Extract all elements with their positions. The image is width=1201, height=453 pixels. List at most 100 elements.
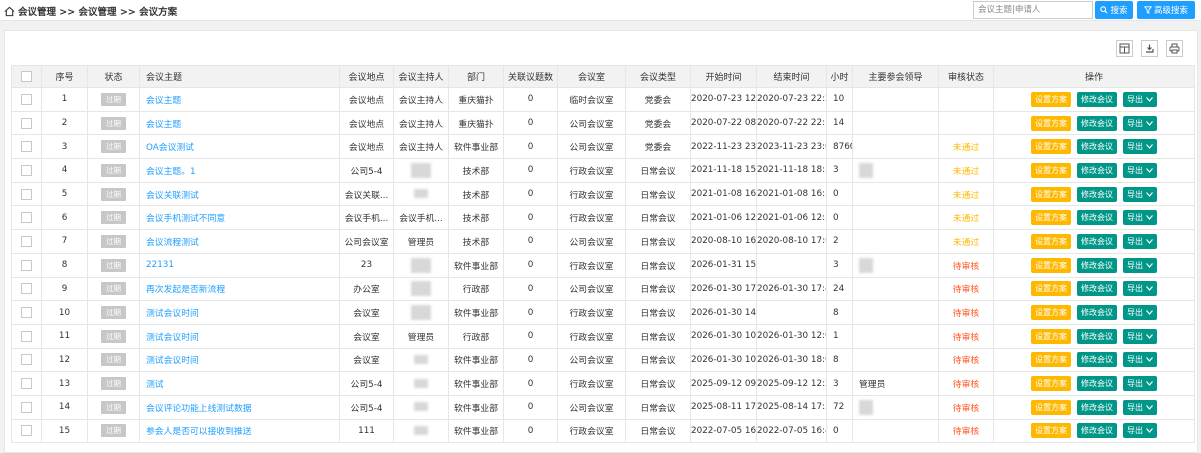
export-button[interactable] bbox=[1141, 40, 1158, 57]
set-plan-button[interactable]: 设置方案 bbox=[1031, 210, 1071, 226]
table-row[interactable]: 15 过期 参会人是否可以接收到推送 111 软件事业部 0 行政会议室 日常会议 2022-0… bbox=[11, 418, 1195, 444]
table-row[interactable]: 10 过期 测试会议时间 会议室 软件事业部 0 行政会议室 日常会议 2026-01-30 1… bbox=[11, 300, 1195, 325]
export-dropdown-button[interactable]: 导出 bbox=[1123, 139, 1157, 155]
table-row[interactable]: 7 过期 会议流程测试 公司会议室 管理员 技术部 0 公司会议室 日常会议 2020-08-10… bbox=[11, 229, 1195, 254]
set-plan-button[interactable]: 设置方案 bbox=[1031, 423, 1071, 439]
table-row[interactable]: 13 过期测试公司5-4 软件事业部0行政会议室日常会议2025-09-12 09:… bbox=[11, 371, 1195, 396]
row-checkbox[interactable] bbox=[21, 425, 32, 437]
export-dropdown-button[interactable]: 导出 bbox=[1123, 376, 1157, 392]
row-checkbox[interactable] bbox=[21, 401, 32, 413]
export-dropdown-button[interactable]: 导出 bbox=[1123, 186, 1157, 202]
topic-link[interactable]: 会议主题。1 bbox=[139, 158, 340, 183]
edit-meeting-button[interactable]: 修改会议 bbox=[1077, 423, 1117, 439]
export-dropdown-button[interactable]: 导出 bbox=[1123, 210, 1157, 226]
table-row[interactable]: 6 过期 会议手机测试不同意 会议手机... 会议手机... 技术部 0 行政会议室 日常会议 2… bbox=[11, 205, 1195, 231]
export-dropdown-button[interactable]: 导出 bbox=[1123, 162, 1157, 178]
row-checkbox[interactable] bbox=[21, 259, 32, 271]
edit-meeting-button[interactable]: 修改会议 bbox=[1077, 352, 1117, 368]
table-row[interactable]: 11 过期 测试会议时间 会议室 管理员 行政部 0 行政会议室 日常会议 2026-01-30 … bbox=[11, 323, 1195, 349]
topic-link[interactable]: 测试 bbox=[139, 371, 340, 396]
topic-link[interactable]: 会议主题 bbox=[139, 87, 340, 112]
row-checkbox[interactable] bbox=[21, 212, 32, 224]
table-row[interactable]: 3 过期 OA会议测试 会议地点 会议主持人 软件事业部 0 公司会议室 党委会 2022-11-… bbox=[11, 134, 1195, 160]
export-dropdown-button[interactable]: 导出 bbox=[1123, 352, 1157, 368]
print-button[interactable] bbox=[1166, 40, 1183, 57]
set-plan-button[interactable]: 设置方案 bbox=[1031, 233, 1071, 249]
export-dropdown-button[interactable]: 导出 bbox=[1123, 115, 1157, 131]
table-row[interactable]: 12 过期 测试会议时间 会议室 软件事业部 0 公司会议室 日常会议 2026-01-30 1… bbox=[11, 347, 1195, 373]
edit-meeting-button[interactable]: 修改会议 bbox=[1077, 399, 1117, 415]
export-dropdown-button[interactable]: 导出 bbox=[1123, 305, 1157, 321]
topic-link[interactable]: 会议评论功能上线测试数据 bbox=[139, 394, 340, 420]
row-checkbox[interactable] bbox=[21, 354, 32, 366]
row-checkbox[interactable] bbox=[21, 117, 32, 129]
topic-link[interactable]: 会议流程测试 bbox=[139, 229, 340, 254]
edit-meeting-button[interactable]: 修改会议 bbox=[1077, 210, 1117, 226]
columns-filter-button[interactable] bbox=[1116, 40, 1133, 57]
topic-link[interactable]: 测试会议时间 bbox=[139, 300, 340, 325]
row-checkbox[interactable] bbox=[21, 93, 32, 105]
topic-link[interactable]: OA会议测试 bbox=[139, 134, 340, 160]
table-row[interactable]: 8 过期 2213123 软件事业部0行政会议室日常会议2026-01-31 15:0… bbox=[11, 252, 1195, 278]
edit-meeting-button[interactable]: 修改会议 bbox=[1077, 281, 1117, 297]
table-row[interactable]: 1 过期 会议主题 会议地点 会议主持人 重庆猫扑 0 临时会议室 党委会 2020-07-23 … bbox=[11, 87, 1195, 112]
topic-link[interactable]: 会议关联测试 bbox=[139, 181, 340, 207]
row-checkbox[interactable] bbox=[21, 235, 32, 247]
row-checkbox[interactable] bbox=[21, 164, 32, 176]
set-plan-button[interactable]: 设置方案 bbox=[1031, 115, 1071, 131]
set-plan-button[interactable]: 设置方案 bbox=[1031, 91, 1071, 107]
table-row[interactable]: 14 过期 会议评论功能上线测试数据 公司5-4 软件事业部 0 公司会议室 日常会议 2025… bbox=[11, 394, 1195, 420]
set-plan-button[interactable]: 设置方案 bbox=[1031, 162, 1071, 178]
export-dropdown-button[interactable]: 导出 bbox=[1123, 399, 1157, 415]
table-row[interactable]: 2 过期 会议主题 会议地点 会议主持人 重庆猫扑 0 公司会议室 党委会 2020-07-22 … bbox=[11, 110, 1195, 136]
set-plan-button[interactable]: 设置方案 bbox=[1031, 257, 1071, 273]
export-dropdown-button[interactable]: 导出 bbox=[1123, 328, 1157, 344]
export-dropdown-button[interactable]: 导出 bbox=[1123, 281, 1157, 297]
table-row[interactable]: 4 过期 会议主题。1 公司5-4 技术部 0 行政会议室 日常会议 2021-11-18 15… bbox=[11, 158, 1195, 183]
edit-meeting-button[interactable]: 修改会议 bbox=[1077, 91, 1117, 107]
export-dropdown-button[interactable]: 导出 bbox=[1123, 91, 1157, 107]
select-all-checkbox[interactable] bbox=[21, 71, 32, 82]
edit-meeting-button[interactable]: 修改会议 bbox=[1077, 186, 1117, 202]
edit-meeting-button[interactable]: 修改会议 bbox=[1077, 376, 1117, 392]
edit-meeting-button[interactable]: 修改会议 bbox=[1077, 305, 1117, 321]
hours-cell: 0 bbox=[826, 181, 853, 207]
table-row[interactable]: 5 过期 会议关联测试 会议关联... 技术部 0 行政会议室 日常会议 2021-01-08 … bbox=[11, 181, 1195, 207]
export-dropdown-button[interactable]: 导出 bbox=[1123, 257, 1157, 273]
set-plan-button[interactable]: 设置方案 bbox=[1031, 352, 1071, 368]
row-checkbox[interactable] bbox=[21, 307, 32, 319]
edit-meeting-button[interactable]: 修改会议 bbox=[1077, 115, 1117, 131]
row-checkbox[interactable] bbox=[21, 188, 32, 200]
advanced-search-button[interactable]: 高级搜索 bbox=[1137, 1, 1195, 19]
search-input[interactable] bbox=[973, 1, 1093, 19]
set-plan-button[interactable]: 设置方案 bbox=[1031, 186, 1071, 202]
row-select-cell bbox=[11, 252, 42, 278]
set-plan-button[interactable]: 设置方案 bbox=[1031, 281, 1071, 297]
row-checkbox[interactable] bbox=[21, 141, 32, 153]
topic-link[interactable]: 22131 bbox=[139, 252, 340, 278]
edit-meeting-button[interactable]: 修改会议 bbox=[1077, 162, 1117, 178]
export-dropdown-button[interactable]: 导出 bbox=[1123, 423, 1157, 439]
edit-meeting-button[interactable]: 修改会议 bbox=[1077, 233, 1117, 249]
edit-meeting-button[interactable]: 修改会议 bbox=[1077, 139, 1117, 155]
table-row[interactable]: 9 过期 再次发起是否新流程 办公室 行政部 0 公司会议室 日常会议 2026-01-30 1… bbox=[11, 276, 1195, 302]
topic-link[interactable]: 会议主题 bbox=[139, 110, 340, 136]
edit-meeting-button[interactable]: 修改会议 bbox=[1077, 328, 1117, 344]
home-icon[interactable] bbox=[4, 6, 15, 17]
set-plan-button[interactable]: 设置方案 bbox=[1031, 399, 1071, 415]
row-checkbox[interactable] bbox=[21, 283, 32, 295]
set-plan-button[interactable]: 设置方案 bbox=[1031, 305, 1071, 321]
row-checkbox[interactable] bbox=[21, 330, 32, 342]
topic-link[interactable]: 测试会议时间 bbox=[139, 347, 340, 373]
topic-link[interactable]: 参会人是否可以接收到推送 bbox=[139, 418, 340, 444]
topic-link[interactable]: 再次发起是否新流程 bbox=[139, 276, 340, 302]
edit-meeting-button[interactable]: 修改会议 bbox=[1077, 257, 1117, 273]
set-plan-button[interactable]: 设置方案 bbox=[1031, 328, 1071, 344]
set-plan-button[interactable]: 设置方案 bbox=[1031, 376, 1071, 392]
row-checkbox[interactable] bbox=[21, 378, 32, 390]
search-button[interactable]: 搜索 bbox=[1095, 1, 1133, 19]
export-dropdown-button[interactable]: 导出 bbox=[1123, 233, 1157, 249]
topic-link[interactable]: 会议手机测试不同意 bbox=[139, 205, 340, 231]
set-plan-button[interactable]: 设置方案 bbox=[1031, 139, 1071, 155]
topic-link[interactable]: 测试会议时间 bbox=[139, 323, 340, 349]
